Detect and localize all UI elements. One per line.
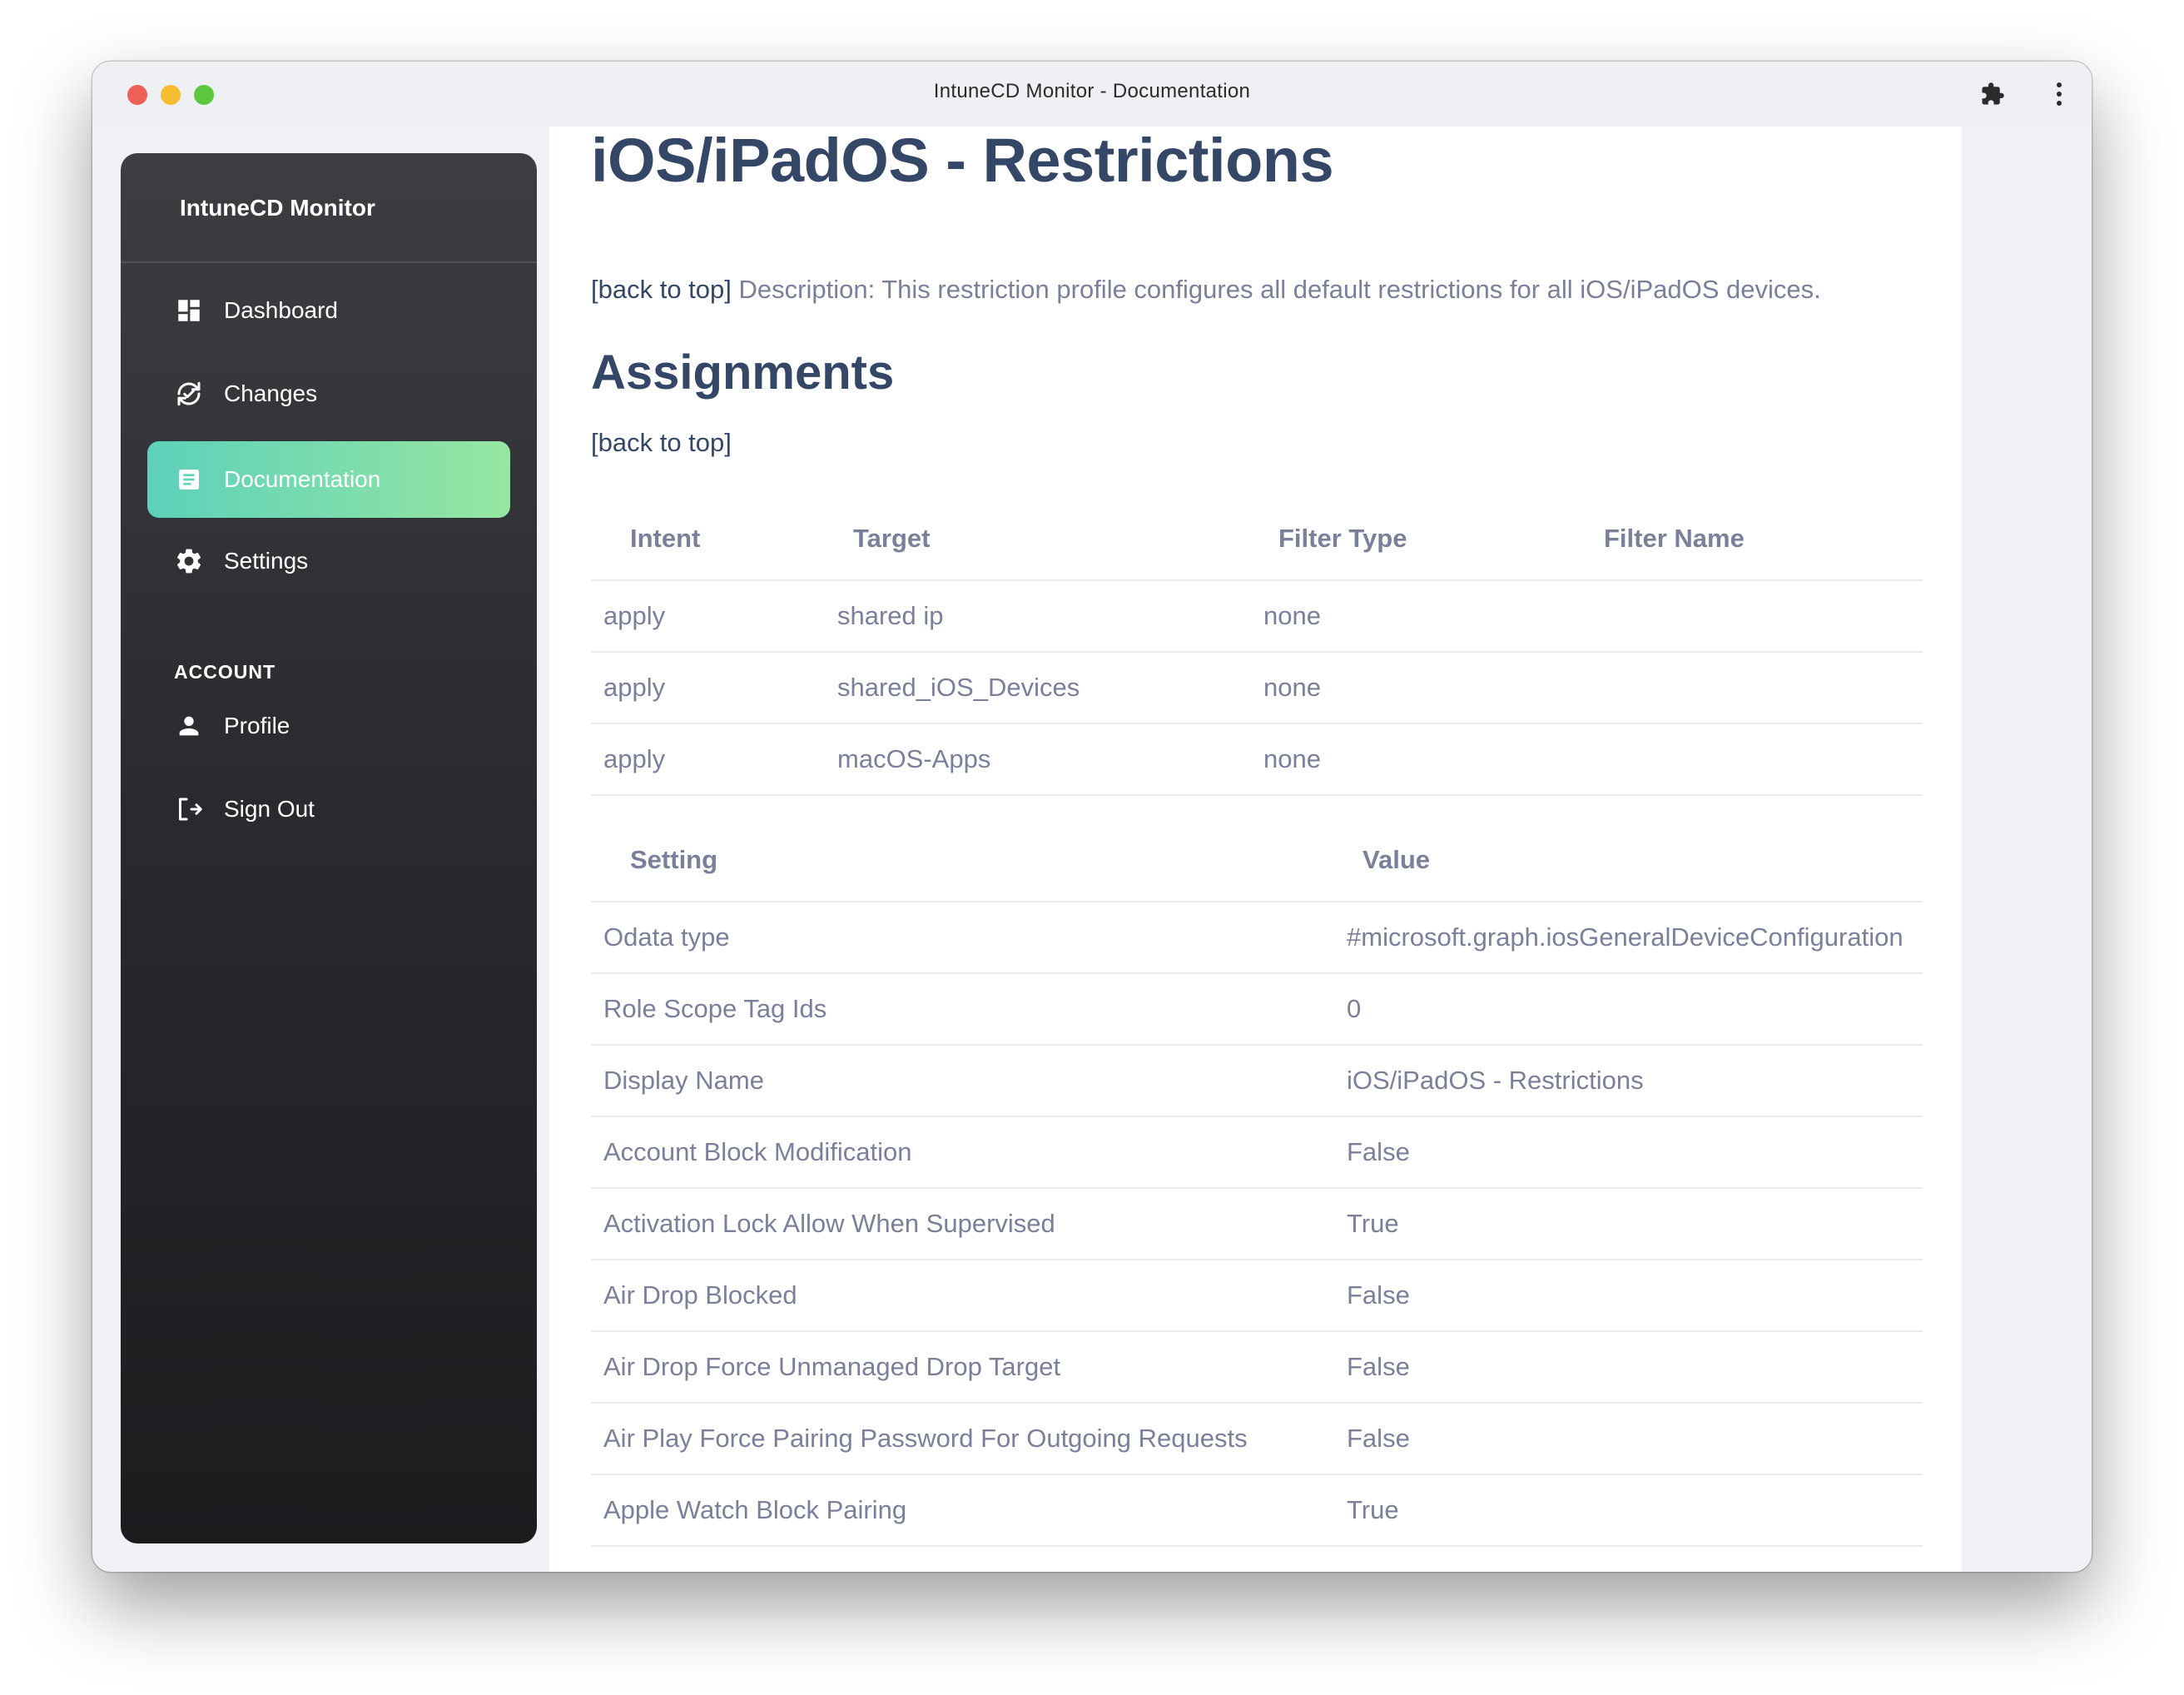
table-header-row: Setting Value bbox=[591, 819, 1923, 902]
column-header-value: Value bbox=[1334, 819, 1923, 902]
sidebar: IntuneCD Monitor Dashboard Changes Docum… bbox=[121, 153, 537, 1543]
table-cell: False bbox=[1334, 1546, 1923, 1572]
person-icon bbox=[172, 709, 206, 743]
sidebar-item-documentation[interactable]: Documentation bbox=[147, 441, 510, 518]
sidebar-item-sign-out[interactable]: Sign Out bbox=[147, 771, 510, 848]
sidebar-item-settings[interactable]: Settings bbox=[147, 523, 510, 599]
table-row: Activation Lock Allow When Supervised Tru… bbox=[591, 1188, 1923, 1260]
table-cell: Account Block Modification bbox=[591, 1116, 1334, 1189]
account-section-label: ACCOUNT bbox=[174, 661, 275, 683]
sidebar-item-label: Changes bbox=[224, 380, 318, 406]
table-cell: True bbox=[1334, 1474, 1923, 1547]
table-row: apply shared_iOS_Devices none bbox=[591, 652, 1923, 724]
window-title: IntuneCD Monitor - Documentation bbox=[933, 80, 1251, 102]
browser-window: IntuneCD Monitor - Documentation IntuneC… bbox=[92, 62, 2092, 1572]
table-cell: Air Drop Blocked bbox=[591, 1260, 1334, 1332]
description-line: [back to top] Description: This restrict… bbox=[591, 275, 1821, 305]
table-row: Air Play Force Pairing Password For Outg… bbox=[591, 1403, 1923, 1475]
table-cell: none bbox=[1251, 652, 1578, 724]
table-cell: macOS-Apps bbox=[825, 723, 1251, 796]
table-cell: shared_iOS_Devices bbox=[825, 652, 1251, 724]
table-cell: False bbox=[1334, 1331, 1923, 1404]
table-cell: Role Scope Tag Ids bbox=[591, 973, 1334, 1046]
table-cell: #microsoft.graph.iosGeneralDeviceConfigu… bbox=[1334, 902, 1923, 974]
gear-icon bbox=[172, 544, 206, 578]
column-header-filter-type: Filter Type bbox=[1251, 498, 1578, 581]
column-header-filter-name: Filter Name bbox=[1578, 498, 1923, 581]
table-cell: apply bbox=[591, 652, 825, 724]
settings-table: Setting Value Odata type #microsoft.graph… bbox=[591, 819, 1923, 1572]
sidebar-item-label: Settings bbox=[224, 548, 309, 574]
table-cell: True bbox=[1334, 1188, 1923, 1260]
table-cell: Odata type bbox=[591, 902, 1334, 974]
sign-out-icon bbox=[172, 793, 206, 826]
changes-icon bbox=[172, 377, 206, 410]
assignments-table: Intent Target Filter Type Filter Name ap… bbox=[591, 498, 1923, 796]
page-title: iOS/iPadOS - Restrictions bbox=[591, 127, 1334, 195]
title-bar: IntuneCD Monitor - Documentation bbox=[92, 62, 2092, 127]
table-cell: iOS/iPadOS - Restrictions bbox=[1334, 1045, 1923, 1117]
table-row: Apple Watch Block Pairing True bbox=[591, 1474, 1923, 1547]
table-cell bbox=[1578, 580, 1923, 653]
table-cell: apply bbox=[591, 723, 825, 796]
table-row: Role Scope Tag Ids 0 bbox=[591, 973, 1923, 1046]
more-menu-icon[interactable] bbox=[2045, 80, 2073, 108]
table-cell: False bbox=[1334, 1260, 1923, 1332]
table-cell: False bbox=[1334, 1403, 1923, 1475]
table-cell: Display Name bbox=[591, 1045, 1334, 1117]
table-cell: none bbox=[1251, 723, 1578, 796]
table-row: Air Drop Force Unmanaged Drop Target Fals… bbox=[591, 1331, 1923, 1404]
table-row: Apple Watch Force Wrist DetectionFalse bbox=[591, 1546, 1923, 1572]
table-cell: 0 bbox=[1334, 973, 1923, 1046]
table-cell: Apple Watch Force Wrist Detection bbox=[591, 1546, 1334, 1572]
description-text: Description: This restriction profile co… bbox=[731, 275, 1821, 304]
sidebar-item-label: Documentation bbox=[224, 466, 381, 492]
brand-name[interactable]: IntuneCD Monitor bbox=[180, 195, 375, 221]
extensions-icon[interactable] bbox=[1978, 80, 2007, 108]
table-cell: none bbox=[1251, 580, 1578, 653]
table-cell: Air Play Force Pairing Password For Outg… bbox=[591, 1403, 1334, 1475]
table-row: Display Name iOS/iPadOS - Restrictions bbox=[591, 1045, 1923, 1117]
table-cell: shared ip bbox=[825, 580, 1251, 653]
sidebar-item-profile[interactable]: Profile bbox=[147, 688, 510, 764]
sidebar-item-label: Profile bbox=[224, 713, 290, 738]
sidebar-item-label: Dashboard bbox=[224, 297, 338, 323]
table-cell bbox=[1578, 652, 1923, 724]
back-to-top-link[interactable]: [back to top] bbox=[591, 428, 732, 458]
sidebar-divider bbox=[121, 261, 537, 263]
table-row: Air Drop Blocked False bbox=[591, 1260, 1923, 1332]
table-cell: Air Drop Force Unmanaged Drop Target bbox=[591, 1331, 1334, 1404]
table-cell: Apple Watch Block Pairing bbox=[591, 1474, 1334, 1547]
table-row: Odata type #microsoft.graph.iosGeneralDev… bbox=[591, 902, 1923, 974]
table-row: apply shared ip none bbox=[591, 580, 1923, 653]
dashboard-icon bbox=[172, 294, 206, 327]
column-header-intent: Intent bbox=[591, 498, 825, 581]
table-row: apply macOS-Apps none bbox=[591, 723, 1923, 796]
table-cell: apply bbox=[591, 580, 825, 653]
sidebar-item-label: Sign Out bbox=[224, 796, 315, 822]
column-header-target: Target bbox=[825, 498, 1251, 581]
table-cell bbox=[1578, 723, 1923, 796]
table-cell: Activation Lock Allow When Supervised bbox=[591, 1188, 1334, 1260]
document-icon bbox=[172, 463, 206, 496]
back-to-top-link[interactable]: [back to top] bbox=[591, 275, 732, 304]
column-header-setting: Setting bbox=[591, 819, 1334, 902]
assignments-heading: Assignments bbox=[591, 345, 895, 400]
main-content: iOS/iPadOS - Restrictions [back to top] … bbox=[549, 127, 1962, 1572]
table-cell: False bbox=[1334, 1116, 1923, 1189]
table-row: Account Block Modification False bbox=[591, 1116, 1923, 1189]
sidebar-item-changes[interactable]: Changes bbox=[147, 355, 510, 432]
sidebar-item-dashboard[interactable]: Dashboard bbox=[147, 272, 510, 349]
table-header-row: Intent Target Filter Type Filter Name bbox=[591, 498, 1923, 581]
